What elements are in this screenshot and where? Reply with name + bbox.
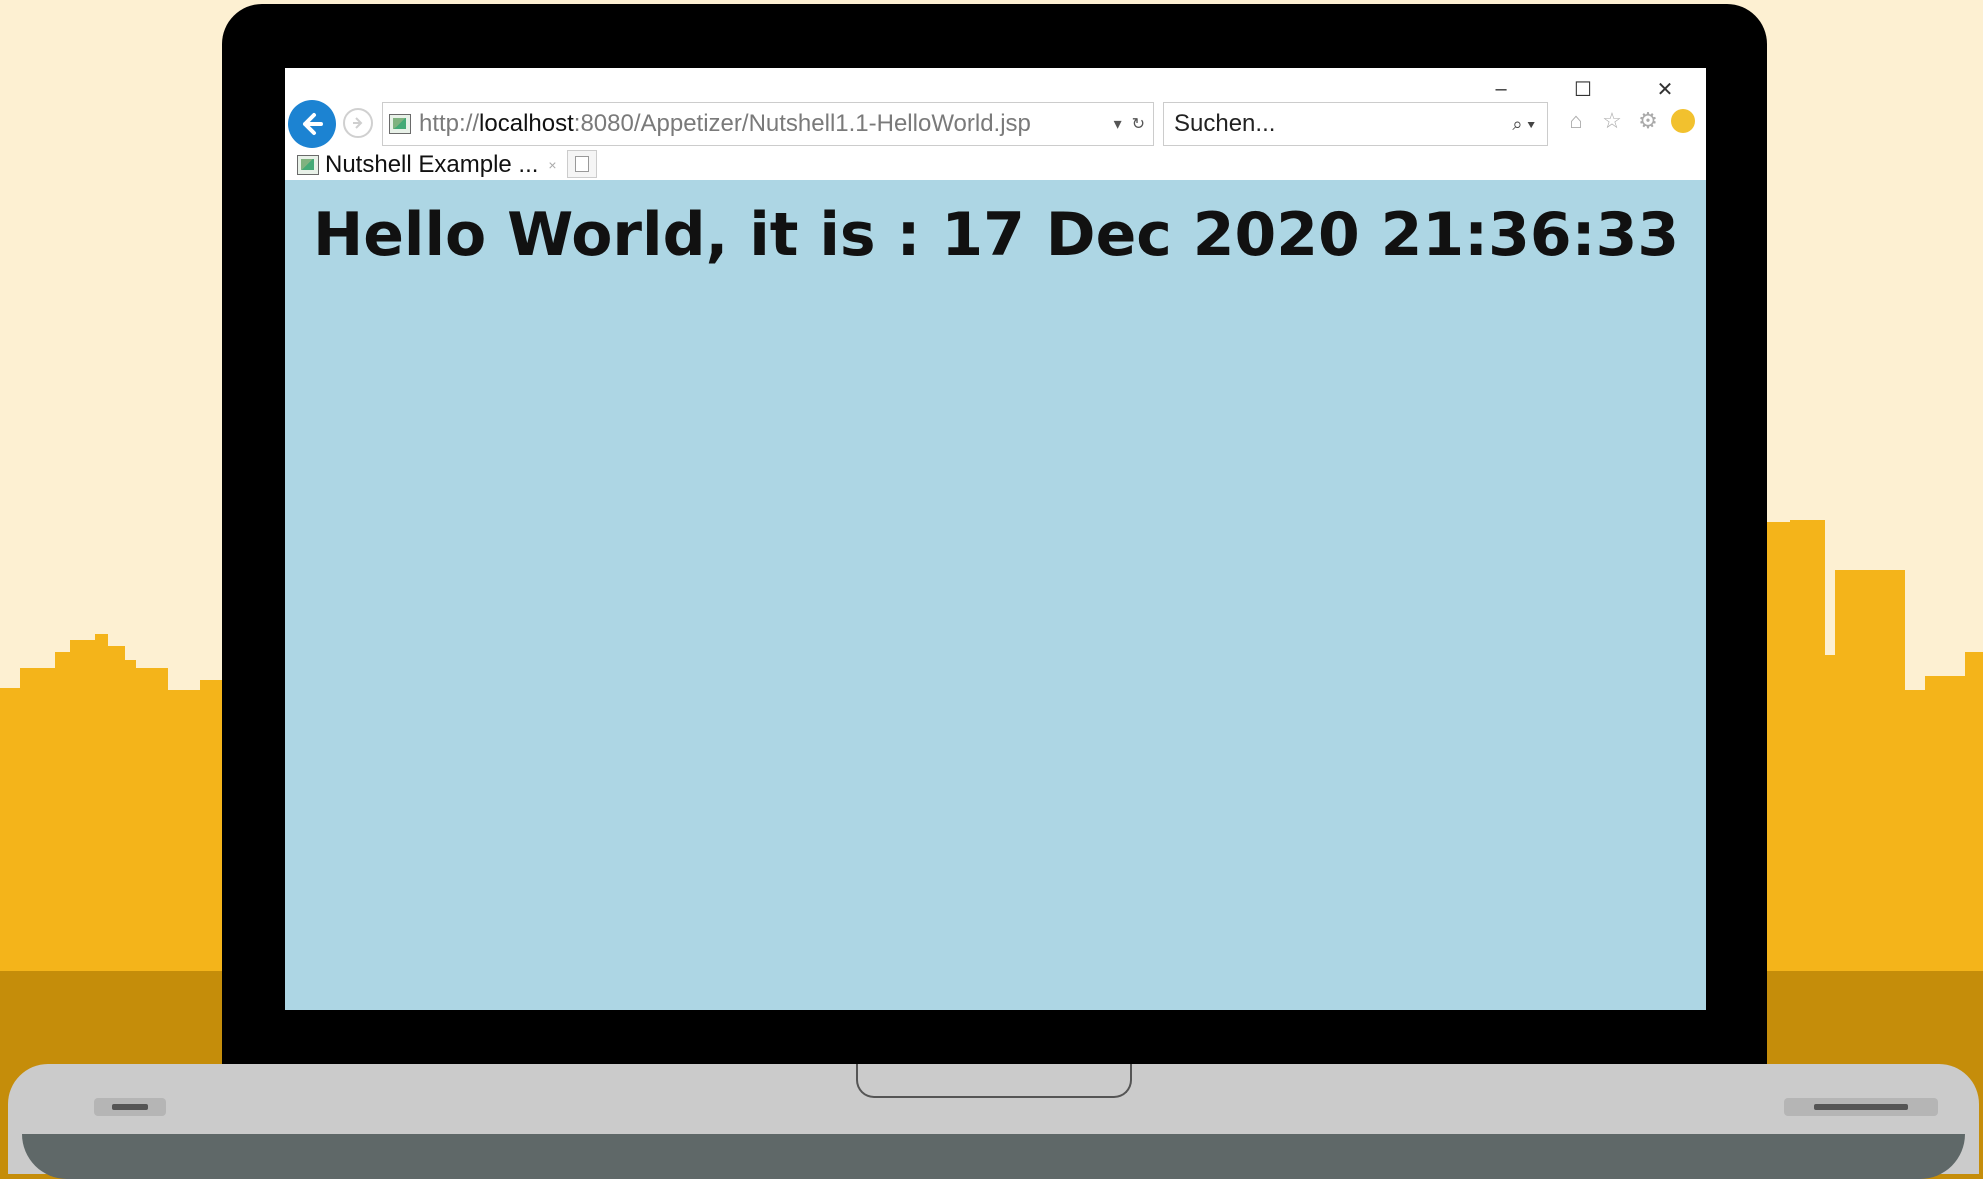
page-heading: Hello World, it is : 17 Dec 2020 21:36:3… bbox=[313, 200, 1680, 270]
tab-bar: Nutshell Example ... × bbox=[285, 148, 1706, 180]
dropdown-icon[interactable]: ▾ bbox=[1114, 114, 1122, 134]
tab-favicon-icon bbox=[297, 155, 319, 175]
search-box[interactable]: Suchen... ⌕ ▾ bbox=[1163, 102, 1548, 146]
page-favicon-icon bbox=[389, 114, 411, 134]
browser-chrome: – ☐ ✕ http://localhost:8080/Appetizer/Nu… bbox=[285, 68, 1706, 180]
search-icon[interactable]: ⌕ ▾ bbox=[1512, 114, 1535, 135]
page-content: Hello World, it is : 17 Dec 2020 21:36:3… bbox=[285, 180, 1706, 1010]
lid-opening-notch bbox=[856, 1064, 1132, 1098]
search-input[interactable]: Suchen... bbox=[1174, 110, 1275, 138]
tab-close-icon[interactable]: × bbox=[548, 157, 556, 173]
address-tools: ▾ ↻ bbox=[1114, 114, 1145, 134]
gear-icon[interactable]: ⚙ bbox=[1635, 108, 1661, 134]
address-bar[interactable]: http://localhost:8080/Appetizer/Nutshell… bbox=[382, 102, 1154, 146]
forward-button[interactable] bbox=[343, 108, 373, 138]
tab-title: Nutshell Example ... bbox=[325, 151, 539, 178]
back-button[interactable] bbox=[288, 100, 336, 148]
arrow-right-icon bbox=[353, 117, 363, 129]
browser-window: – ☐ ✕ http://localhost:8080/Appetizer/Nu… bbox=[285, 68, 1706, 1010]
toolbar-icons: ⌂ ☆ ⚙ bbox=[1563, 108, 1695, 134]
star-icon[interactable]: ☆ bbox=[1599, 108, 1625, 134]
laptop-base-bottom bbox=[22, 1134, 1965, 1179]
arrow-left-icon bbox=[303, 113, 323, 135]
feedback-smiley-icon[interactable] bbox=[1671, 109, 1695, 133]
laptop-port-right bbox=[1784, 1098, 1938, 1116]
new-tab-button[interactable] bbox=[567, 150, 597, 178]
laptop-port-left bbox=[94, 1098, 166, 1116]
refresh-icon[interactable]: ↻ bbox=[1132, 114, 1145, 134]
tab-nutshell-example[interactable]: Nutshell Example ... × bbox=[291, 150, 563, 180]
url-text[interactable]: http://localhost:8080/Appetizer/Nutshell… bbox=[419, 110, 1031, 138]
navigation-bar: http://localhost:8080/Appetizer/Nutshell… bbox=[285, 98, 1706, 148]
home-icon[interactable]: ⌂ bbox=[1563, 108, 1589, 134]
